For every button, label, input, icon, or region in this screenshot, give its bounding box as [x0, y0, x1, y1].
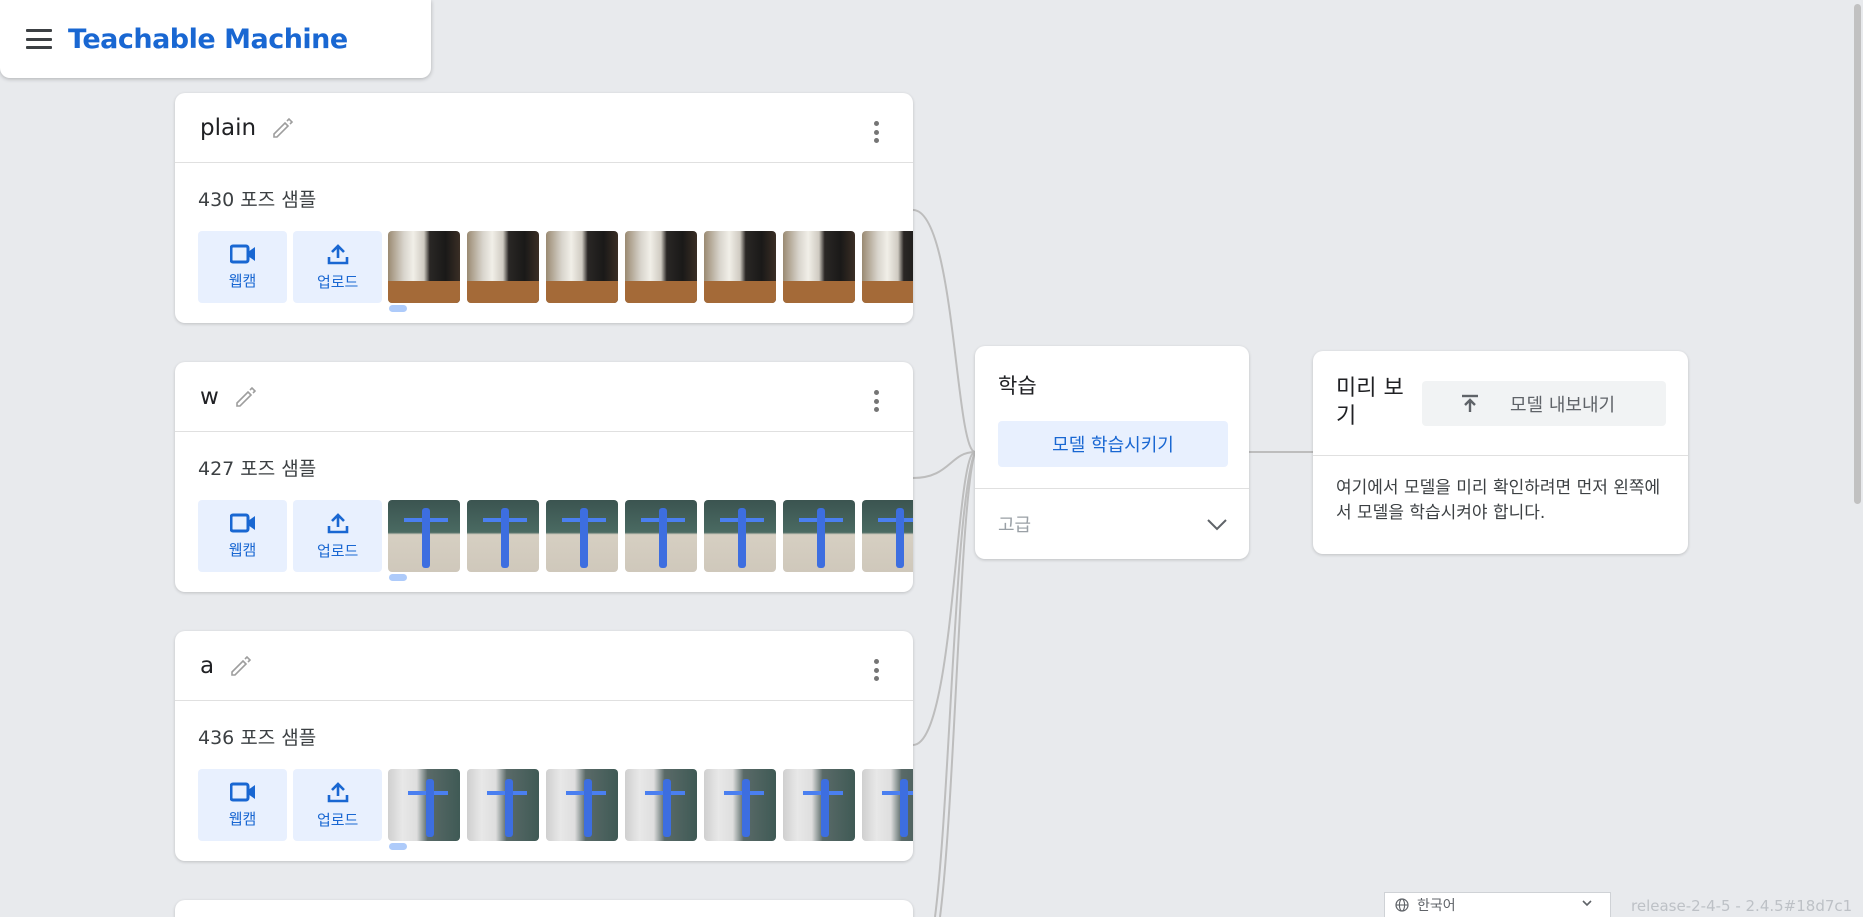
more-vert-icon[interactable] — [874, 390, 879, 412]
class-name[interactable]: plain — [200, 115, 256, 141]
sample-count: 436 포즈 샘플 — [198, 727, 317, 749]
training-panel: 학습 모델 학습시키기 고급 — [975, 346, 1249, 559]
export-label: 모델 내보내기 — [1510, 394, 1616, 416]
language-select[interactable]: 한국어 — [1384, 892, 1611, 917]
upload-label: 업로드 — [316, 541, 359, 560]
sample-thumbnail[interactable] — [388, 500, 461, 572]
sample-thumbnail[interactable] — [625, 769, 698, 841]
class-header: plain — [175, 93, 913, 163]
more-vert-icon[interactable] — [874, 121, 879, 143]
sample-count: 427 포즈 샘플 — [198, 458, 317, 480]
sample-thumbnail[interactable] — [862, 769, 913, 841]
version-label: release-2-4-5 - 2.4.5#18d7c1 — [1631, 897, 1853, 915]
class-card-a: a 436 포즈 샘플 웹캠 업로드 — [175, 631, 913, 861]
export-icon — [1462, 394, 1478, 412]
webcam-icon — [229, 513, 255, 532]
upload-button[interactable]: 업로드 — [293, 769, 383, 841]
thumbnail-scroll-indicator[interactable] — [389, 574, 407, 581]
divider — [1313, 455, 1688, 456]
webcam-icon — [229, 244, 255, 263]
upload-icon — [327, 512, 348, 533]
edit-icon[interactable] — [233, 385, 257, 409]
upload-button[interactable]: 업로드 — [293, 231, 383, 303]
sample-thumbnail[interactable] — [704, 769, 777, 841]
webcam-label: 웹캠 — [228, 271, 257, 290]
thumbnail-scroll-indicator[interactable] — [389, 843, 407, 850]
train-model-button[interactable]: 모델 학습시키기 — [998, 421, 1228, 467]
export-model-button[interactable]: 모델 내보내기 — [1422, 381, 1666, 426]
chevron-down-icon — [1207, 519, 1227, 531]
globe-icon — [1395, 898, 1409, 912]
sample-thumbnail[interactable] — [783, 231, 856, 303]
edit-icon[interactable] — [228, 654, 252, 678]
sample-thumbnail[interactable] — [388, 769, 461, 841]
advanced-label: 고급 — [998, 515, 1032, 536]
preview-title: 미리 보기 — [1336, 376, 1404, 429]
webcam-button[interactable]: 웹캠 — [198, 500, 288, 572]
sample-thumbnail[interactable] — [862, 231, 913, 303]
class-name[interactable]: w — [200, 384, 219, 410]
more-vert-icon[interactable] — [874, 659, 879, 681]
sample-thumbnail[interactable] — [546, 500, 619, 572]
class-card-w: w 427 포즈 샘플 웹캠 업로드 — [175, 362, 913, 592]
webcam-label: 웹캠 — [228, 540, 257, 559]
sample-thumbnail[interactable] — [388, 231, 461, 303]
sample-thumbnails[interactable] — [388, 500, 913, 580]
sample-thumbnail[interactable] — [862, 500, 913, 572]
class-header: a — [175, 631, 913, 701]
sample-thumbnail[interactable] — [467, 769, 540, 841]
sample-thumbnail[interactable] — [704, 231, 777, 303]
sample-thumbnail[interactable] — [783, 500, 856, 572]
upload-label: 업로드 — [316, 810, 359, 829]
webcam-icon — [229, 782, 255, 801]
preview-panel: 미리 보기 모델 내보내기 여기에서 모델을 미리 확인하려면 먼저 왼쪽에서 … — [1313, 351, 1688, 554]
sample-thumbnail[interactable] — [546, 231, 619, 303]
scrollbar-thumb[interactable] — [1854, 4, 1861, 504]
sample-thumbnail[interactable] — [467, 231, 540, 303]
webcam-button[interactable]: 웹캠 — [198, 231, 288, 303]
menu-icon[interactable] — [26, 29, 52, 49]
sample-thumbnail[interactable] — [546, 769, 619, 841]
class-card-plain: plain 430 포즈 샘플 웹캠 업로드 — [175, 93, 913, 323]
upload-icon — [327, 781, 348, 802]
app-header: Teachable Machine — [0, 0, 431, 78]
sample-count: 430 포즈 샘플 — [198, 189, 317, 211]
class-header: w — [175, 362, 913, 432]
upload-button[interactable]: 업로드 — [293, 500, 383, 572]
sample-thumbnail[interactable] — [704, 500, 777, 572]
training-title: 학습 — [998, 374, 1037, 398]
preview-message: 여기에서 모델을 미리 확인하려면 먼저 왼쪽에서 모델을 학습시켜야 합니다. — [1336, 478, 1661, 523]
upload-label: 업로드 — [316, 272, 359, 291]
webcam-button[interactable]: 웹캠 — [198, 769, 288, 841]
upload-icon — [327, 243, 348, 264]
sample-thumbnail[interactable] — [625, 500, 698, 572]
advanced-toggle[interactable]: 고급 — [975, 488, 1249, 559]
sample-thumbnail[interactable] — [783, 769, 856, 841]
sample-thumbnails[interactable] — [388, 231, 913, 311]
chevron-down-icon — [1582, 900, 1592, 907]
class-name[interactable]: a — [200, 653, 214, 679]
sample-thumbnail[interactable] — [467, 500, 540, 572]
thumbnail-scroll-indicator[interactable] — [389, 305, 407, 312]
language-value: 한국어 — [1417, 898, 1456, 914]
app-title: Teachable Machine — [68, 23, 348, 55]
sample-thumbnail[interactable] — [625, 231, 698, 303]
page-scrollbar[interactable] — [1852, 0, 1863, 917]
class-card-partial — [175, 900, 913, 917]
webcam-label: 웹캠 — [228, 809, 257, 828]
sample-thumbnails[interactable] — [388, 769, 913, 849]
edit-icon[interactable] — [270, 116, 294, 140]
